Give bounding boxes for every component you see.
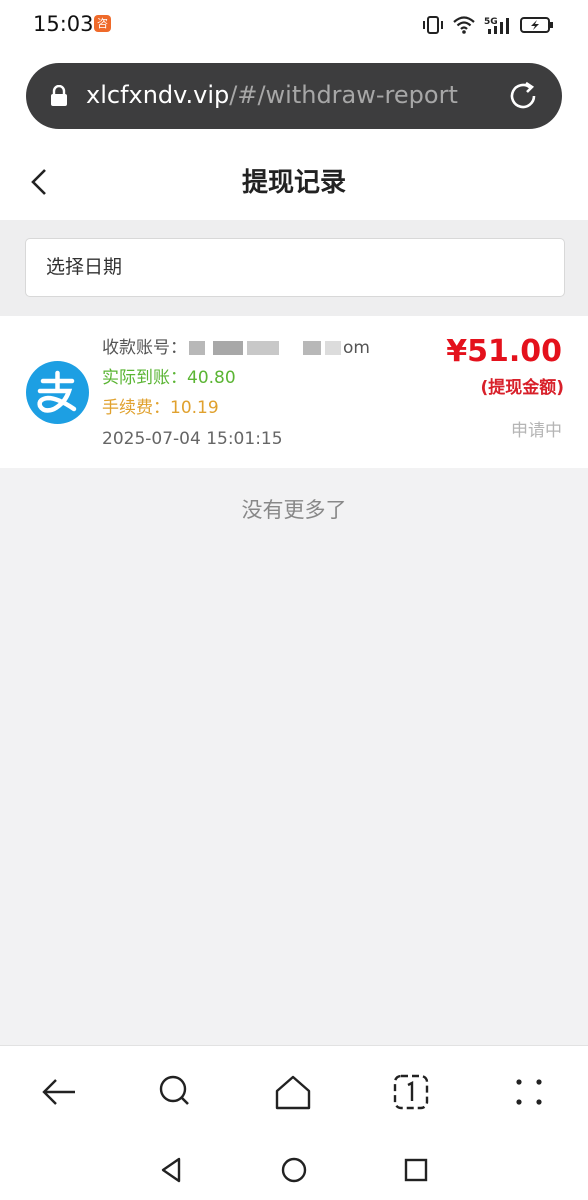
browser-toolbar bbox=[0, 1045, 588, 1135]
page-header: 提现记录 bbox=[0, 142, 588, 220]
search-icon[interactable] bbox=[156, 1072, 196, 1112]
fee-label: 手续费： bbox=[102, 398, 170, 418]
url-text[interactable]: xlcfxndv.vip/#/withdraw-report bbox=[86, 81, 458, 109]
browser-address-area: xlcfxndv.vip/#/withdraw-report bbox=[0, 50, 588, 142]
url-domain: xlcfxndv.vip bbox=[86, 81, 230, 109]
signal-5g-icon: 5G bbox=[484, 17, 509, 34]
masked-segment bbox=[247, 341, 279, 355]
address-bar[interactable]: xlcfxndv.vip/#/withdraw-report bbox=[26, 63, 562, 129]
status-time: 15:03 bbox=[33, 12, 94, 36]
withdraw-record-item[interactable]: 收款账号： om 实际到账：40.80 手续费：10.19 2025-07-04 … bbox=[0, 316, 588, 468]
system-home-icon[interactable] bbox=[279, 1155, 309, 1185]
lock-icon bbox=[51, 85, 67, 106]
alipay-icon bbox=[26, 361, 89, 424]
wifi-icon bbox=[453, 16, 475, 34]
system-recents-icon[interactable] bbox=[401, 1155, 431, 1185]
system-back-icon[interactable] bbox=[157, 1155, 187, 1185]
url-path: /#/withdraw-report bbox=[229, 81, 458, 109]
masked-segment bbox=[303, 341, 321, 355]
page-title: 提现记录 bbox=[241, 168, 346, 198]
back-arrow-icon[interactable] bbox=[39, 1072, 79, 1112]
list-end-text: 没有更多了 bbox=[241, 498, 347, 522]
network-type-label: 5G bbox=[484, 17, 498, 27]
vibrate-icon bbox=[423, 16, 443, 34]
fee-line: 手续费：10.19 bbox=[102, 393, 219, 418]
withdraw-amount-label: (提现金额) bbox=[480, 378, 564, 398]
app-notification-icon: 咨 bbox=[94, 15, 111, 32]
actual-amount-line: 实际到账：40.80 bbox=[102, 363, 236, 388]
filter-area: 选择日期 bbox=[0, 220, 588, 316]
account-suffix: om bbox=[343, 338, 370, 358]
home-icon[interactable] bbox=[273, 1072, 313, 1112]
actual-value: 40.80 bbox=[187, 368, 236, 388]
system-navigation-bar bbox=[0, 1135, 588, 1200]
masked-segment bbox=[325, 341, 341, 355]
date-picker-input[interactable]: 选择日期 bbox=[25, 238, 565, 297]
status-badge: 申请中 bbox=[511, 421, 562, 441]
fee-value: 10.19 bbox=[170, 398, 219, 418]
masked-segment bbox=[189, 341, 205, 355]
withdraw-amount: ¥51.00 bbox=[446, 334, 562, 369]
status-icons: 5G bbox=[422, 14, 554, 36]
account-line: 收款账号： om bbox=[102, 333, 370, 358]
account-label: 收款账号： bbox=[102, 338, 187, 358]
record-time: 2025-07-04 15:01:15 bbox=[102, 429, 283, 449]
tabs-icon[interactable] bbox=[391, 1072, 431, 1112]
status-bar: 15:03 咨 5G bbox=[0, 0, 588, 50]
actual-label: 实际到账： bbox=[102, 368, 187, 388]
battery-charging-icon bbox=[520, 17, 553, 33]
reload-icon[interactable] bbox=[506, 79, 540, 113]
masked-segment bbox=[213, 341, 243, 355]
more-options-icon[interactable] bbox=[509, 1072, 549, 1112]
